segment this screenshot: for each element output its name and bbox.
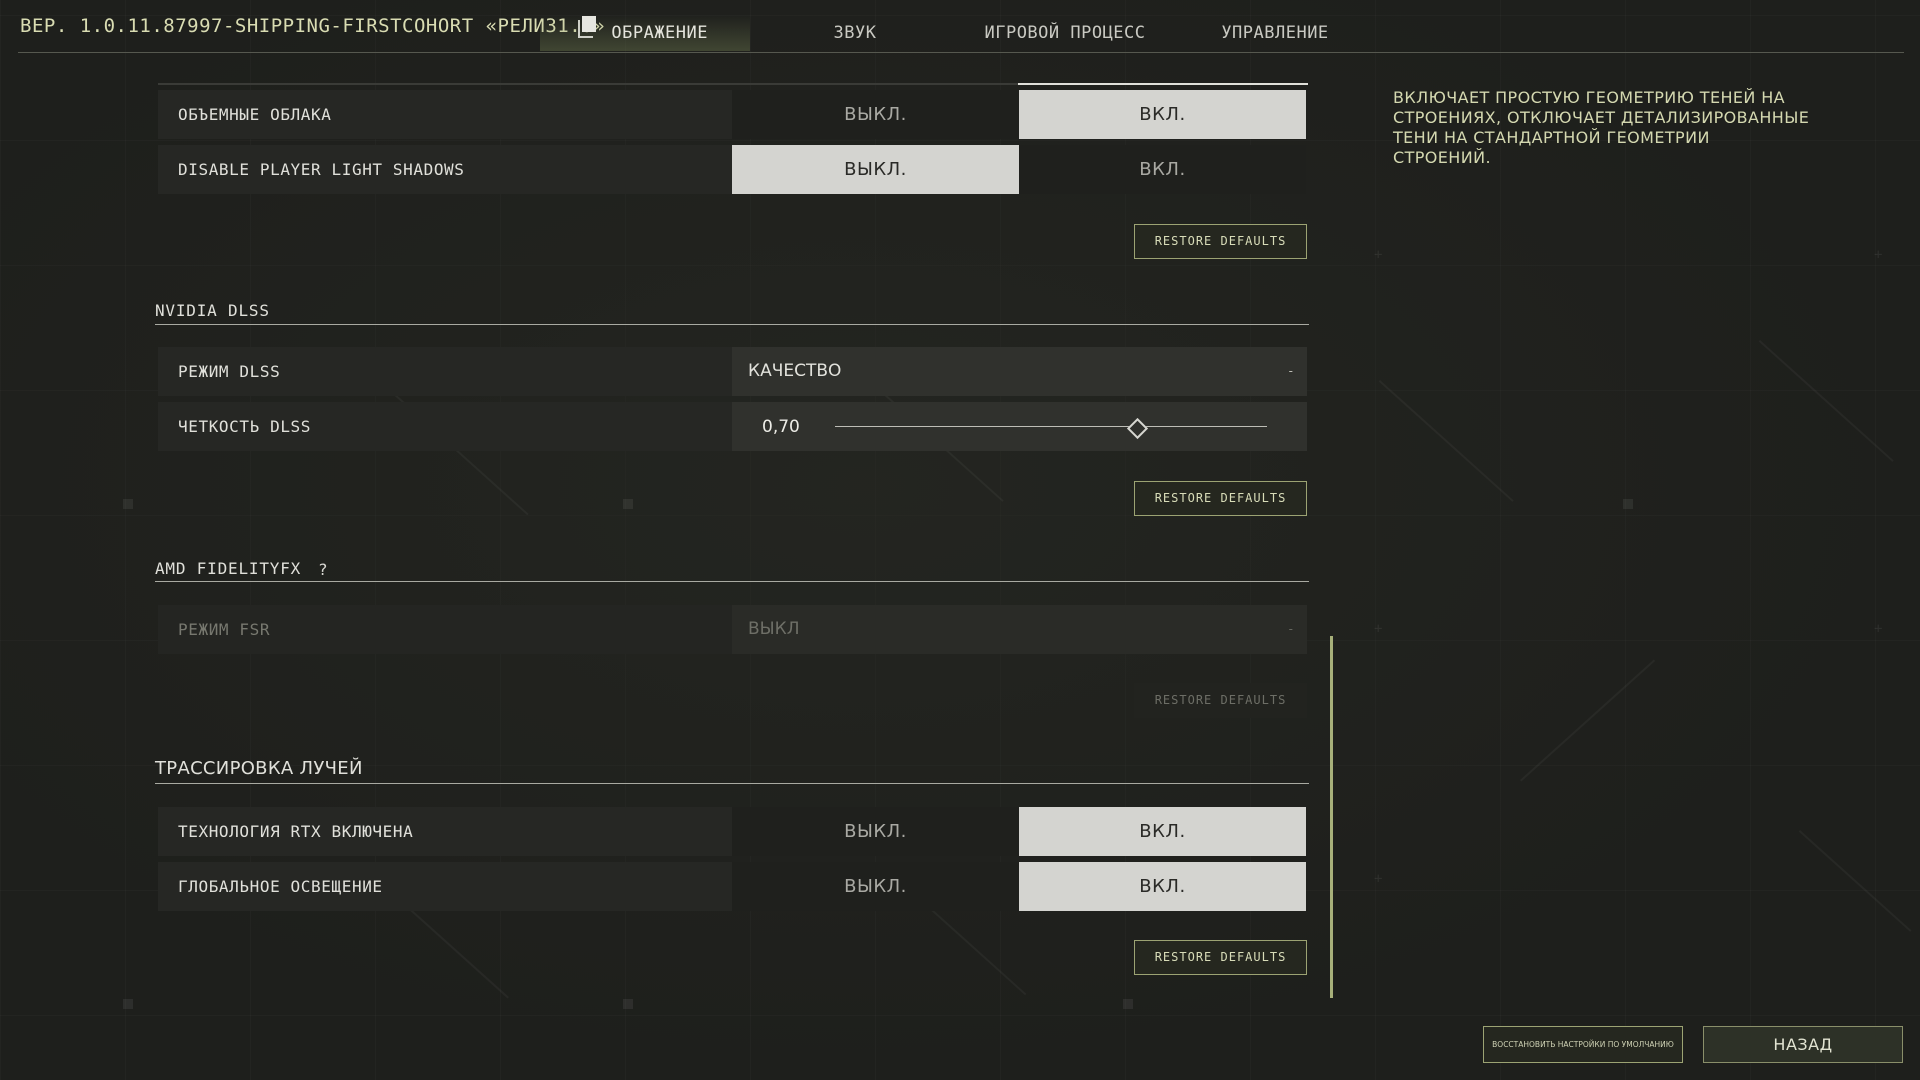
background-marker	[623, 999, 633, 1009]
setting-label: DISABLE PLAYER LIGHT SHADOWS	[158, 145, 732, 194]
restore-defaults-button: RESTORE DEFAULTS	[1134, 683, 1307, 718]
dlss-mode-dropdown[interactable]: КАЧЕСТВО -	[732, 347, 1307, 396]
tab-label: ОБРАЖЕНИЕ	[611, 23, 708, 43]
scrollbar[interactable]	[1330, 636, 1333, 998]
tab-gameplay[interactable]: ИГРОВОЙ ПРОЦЕСС	[975, 15, 1155, 51]
background-plus: +	[1374, 871, 1383, 887]
background-marker	[1123, 999, 1133, 1009]
restore-defaults-button[interactable]: RESTORE DEFAULTS	[1134, 224, 1307, 259]
tab-sound[interactable]: ЗВУК	[800, 15, 910, 51]
option-on-button[interactable]: ВКЛ.	[1019, 862, 1306, 911]
tab-controls[interactable]: УПРАВЛЕНИЕ	[1205, 15, 1345, 51]
dropdown-value: ВЫКЛ	[748, 619, 800, 639]
background-marker	[1623, 499, 1633, 509]
restore-defaults-button[interactable]: RESTORE DEFAULTS	[1134, 940, 1307, 975]
option-on-button[interactable]: ВКЛ.	[1019, 90, 1306, 139]
setting-row-volumetric-clouds: ОБЪЕМНЫЕ ОБЛАКА ВЫКЛ. ВКЛ.	[158, 90, 1307, 139]
option-on-button[interactable]: ВКЛ.	[1019, 145, 1306, 194]
background-plus: +	[1874, 621, 1883, 637]
background-marker	[123, 499, 133, 509]
slider-thumb[interactable]	[1126, 417, 1148, 440]
back-button[interactable]: НАЗАД	[1703, 1026, 1903, 1063]
section-divider	[155, 324, 1309, 325]
option-on-button[interactable]: ВКЛ.	[1019, 807, 1306, 856]
tab-display[interactable]: ОБРАЖЕНИЕ	[540, 15, 750, 51]
restore-all-defaults-button[interactable]: ВОССТАНОВИТЬ НАСТРОЙКИ ПО УМОЛЧАНИЮ	[1483, 1026, 1683, 1063]
setting-label: РЕЖИМ DLSS	[158, 347, 732, 396]
setting-row-global-illumination: ГЛОБАЛЬНОЕ ОСВЕЩЕНИЕ ВЫКЛ. ВКЛ.	[158, 862, 1307, 911]
section-title-dlss: NVIDIA DLSS	[155, 301, 270, 320]
setting-description: ВКЛЮЧАЕТ ПРОСТУЮ ГЕОМЕТРИЮ ТЕНЕЙ НА СТРО…	[1393, 88, 1810, 167]
background-marker	[623, 499, 633, 509]
header-divider	[18, 52, 1904, 53]
chevron-down-icon: -	[1288, 622, 1293, 636]
version-label: ВЕР. 1.0.11.87997-SHIPPING-FIRSTCOHORT «…	[20, 15, 606, 37]
setting-row-disable-player-light-shadows: DISABLE PLAYER LIGHT SHADOWS ВЫКЛ. ВКЛ.	[158, 145, 1307, 194]
background-marker	[123, 999, 133, 1009]
setting-row-rtx-enabled: ТЕХНОЛОГИЯ RTX ВКЛЮЧЕНА ВЫКЛ. ВКЛ.	[158, 807, 1307, 856]
section-divider	[155, 783, 1309, 784]
dlss-sharpness-slider[interactable]: 0,70	[732, 402, 1307, 451]
list-top-edge	[158, 83, 1308, 85]
setting-row-dlss-mode: РЕЖИМ DLSS КАЧЕСТВО -	[158, 347, 1307, 396]
option-off-button[interactable]: ВЫКЛ.	[732, 862, 1019, 911]
slider-track[interactable]	[835, 426, 1267, 427]
settings-screen: + + + + + ВЕР. 1.0.11.87997-SHIPPING-FIR…	[0, 0, 1920, 1080]
setting-label: ГЛОБАЛЬНОЕ ОСВЕЩЕНИЕ	[158, 862, 732, 911]
chevron-down-icon: -	[1288, 364, 1293, 378]
dropdown-value: КАЧЕСТВО	[748, 361, 842, 381]
section-title-raytracing: ТРАССИРОВКА ЛУЧЕЙ	[155, 758, 363, 779]
section-title-fsr: AMD FIDELITYFX	[155, 559, 302, 578]
background-plus: +	[1374, 621, 1383, 637]
slider-value: 0,70	[762, 417, 800, 437]
restore-defaults-button[interactable]: RESTORE DEFAULTS	[1134, 481, 1307, 516]
setting-label: ЧЕТКОСТЬ DLSS	[158, 402, 732, 451]
setting-row-fsr-mode: РЕЖИМ FSR ВЫКЛ -	[158, 605, 1307, 654]
option-off-button[interactable]: ВЫКЛ.	[732, 807, 1019, 856]
section-divider	[155, 581, 1309, 582]
help-icon[interactable]: ?	[318, 560, 328, 579]
option-off-button[interactable]: ВЫКЛ.	[732, 145, 1019, 194]
setting-row-dlss-sharpness: ЧЕТКОСТЬ DLSS 0,70	[158, 402, 1307, 451]
background-plus: +	[1374, 247, 1383, 263]
background-plus: +	[1874, 247, 1883, 263]
setting-label: ТЕХНОЛОГИЯ RTX ВКЛЮЧЕНА	[158, 807, 732, 856]
setting-label: ОБЪЕМНЫЕ ОБЛАКА	[158, 90, 732, 139]
option-off-button[interactable]: ВЫКЛ.	[732, 90, 1019, 139]
fsr-mode-dropdown: ВЫКЛ -	[732, 605, 1307, 654]
setting-label: РЕЖИМ FSR	[158, 605, 732, 654]
copy-icon[interactable]	[578, 16, 600, 38]
